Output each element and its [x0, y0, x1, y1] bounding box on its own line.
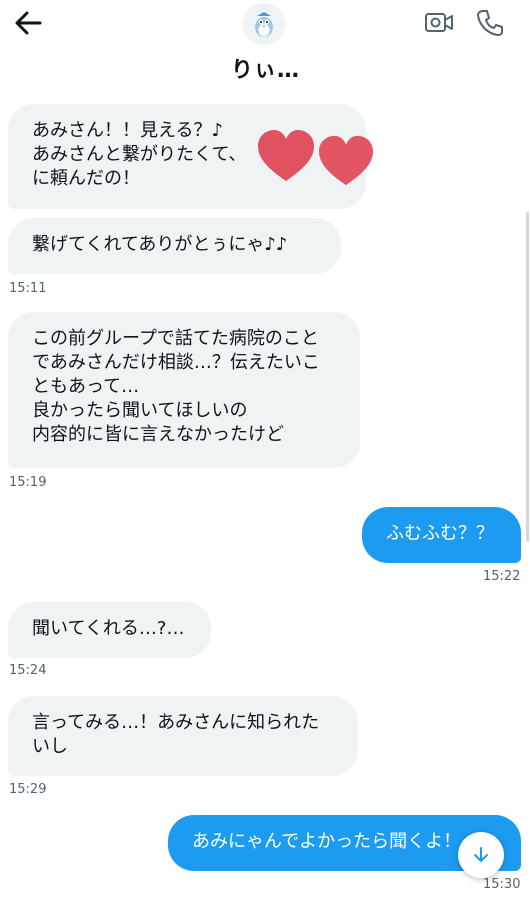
heart-sticker-icon	[258, 130, 314, 181]
message-bubble-incoming[interactable]: この前グループで話てた病院のこと であみさんだけ相談…？伝えたいこ ともあって……	[8, 312, 360, 468]
message-timestamp: 15:29	[9, 782, 47, 797]
phone-icon	[477, 10, 503, 36]
arrow-down-icon	[474, 847, 488, 862]
arrow-left-icon	[15, 11, 42, 35]
conversation-title: りぃ…	[230, 58, 300, 83]
scrollbar[interactable]	[526, 212, 529, 542]
message-timestamp: 15:24	[9, 663, 47, 678]
voice-call-button[interactable]	[475, 8, 505, 38]
message-timestamp: 15:30	[483, 877, 521, 892]
avatar[interactable]	[243, 3, 285, 45]
message-timestamp: 15:11	[9, 281, 47, 296]
video-camera-icon	[425, 13, 453, 32]
penguin-avatar-icon	[243, 3, 285, 45]
message-timestamp: 15:22	[483, 569, 521, 584]
message-timestamp: 15:19	[9, 475, 47, 490]
message-bubble-incoming[interactable]: 聞いてくれる…?…	[8, 602, 211, 658]
message-bubble-incoming[interactable]: 繋げてくれてありがとぅにゃ♪♪	[8, 218, 341, 274]
conversation-header: りぃ…	[0, 0, 531, 90]
heart-sticker-icon	[319, 135, 373, 186]
back-button[interactable]	[12, 8, 46, 38]
video-call-button[interactable]	[424, 10, 454, 36]
message-bubble-incoming[interactable]: 言ってみる…！あみさんに知られた いし	[8, 696, 358, 776]
message-bubble-outgoing[interactable]: ふむふむ？？	[362, 507, 521, 563]
scroll-to-bottom-button[interactable]	[458, 832, 504, 878]
